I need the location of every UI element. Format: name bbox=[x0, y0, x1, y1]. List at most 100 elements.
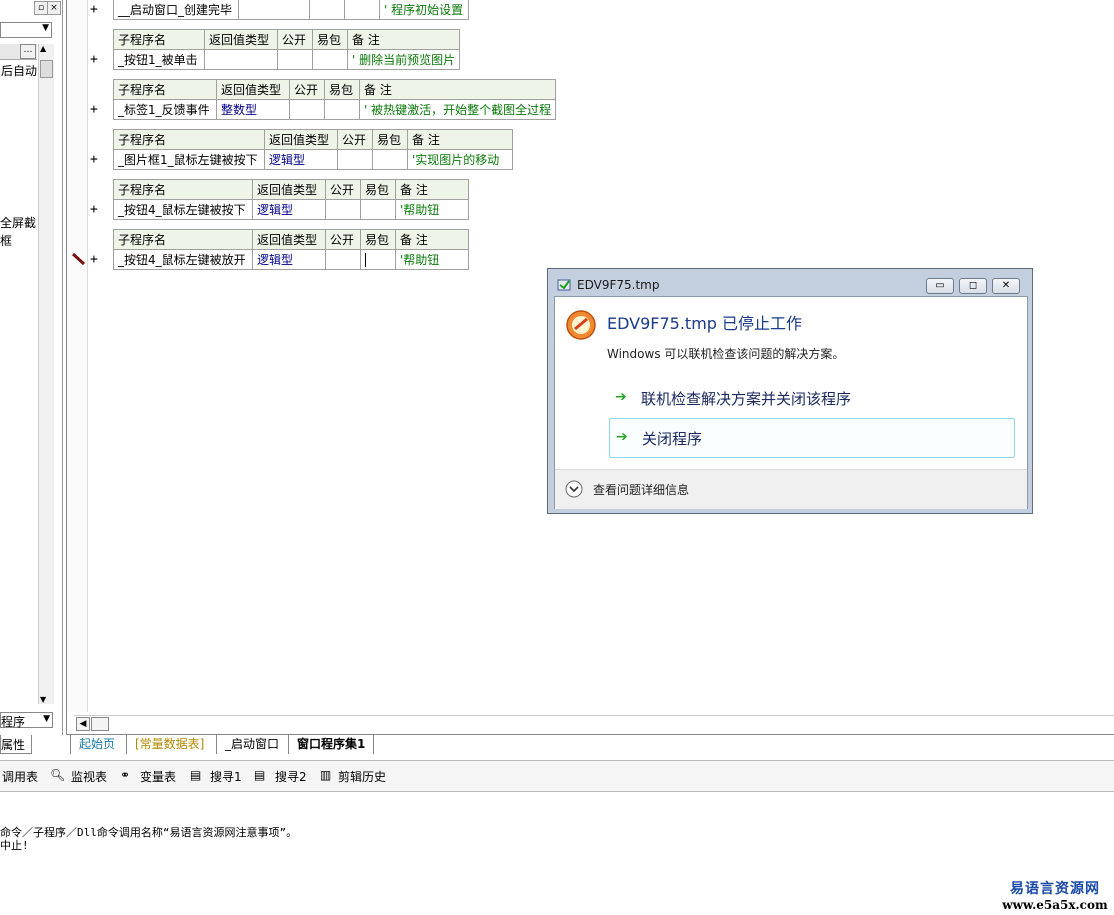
header-public: 公开 bbox=[289, 79, 325, 100]
sub-easy[interactable] bbox=[360, 199, 396, 220]
sub-type[interactable]: 整数型 bbox=[216, 99, 290, 120]
expand-icon[interactable]: + bbox=[90, 52, 98, 67]
header-name: 子程序名 bbox=[113, 29, 205, 50]
magnifier-icon: 🔍︎ bbox=[50, 768, 66, 782]
header-ret: 返回值类型 bbox=[252, 229, 326, 250]
pencil-icon bbox=[71, 252, 86, 266]
watermark-url: www.e5a5x.com bbox=[1002, 898, 1108, 912]
crash-dialog: EDV9F75.tmp ▭ ◻ ✕ EDV9F75.tmp 已停止工作 Wind… bbox=[547, 268, 1033, 514]
sub-table: 子程序名 返回值类型 公开 易包 备 注 _按钮4_鼠标左键被放开 逻辑型 '帮… bbox=[113, 229, 469, 270]
sub-table: 子程序名 返回值类型 公开 易包 备 注 _按钮4_鼠标左键被按下 逻辑型 '帮… bbox=[113, 179, 469, 220]
header-easy: 易包 bbox=[360, 229, 396, 250]
horizontal-scrollbar[interactable]: ◀ bbox=[74, 715, 1114, 732]
expand-icon[interactable]: + bbox=[90, 102, 98, 117]
sub-public[interactable] bbox=[325, 249, 361, 270]
header-name: 子程序名 bbox=[113, 79, 217, 100]
header-name: 子程序名 bbox=[113, 179, 253, 200]
dialog-footer: 查看问题详细信息 bbox=[555, 469, 1027, 509]
sub-note[interactable]: '实现图片的移动 bbox=[407, 149, 513, 170]
sub-easy[interactable] bbox=[360, 249, 396, 270]
tab-startup-window[interactable]: _启动窗口 bbox=[216, 735, 287, 754]
splitter[interactable] bbox=[62, 0, 63, 735]
code-gutter bbox=[67, 0, 88, 712]
header-ret: 返回值类型 bbox=[264, 129, 338, 150]
sub-name[interactable]: _图片框1_鼠标左键被按下 bbox=[113, 149, 265, 170]
chevron-down-icon: ▼ bbox=[42, 23, 49, 33]
check-online-option[interactable]: ➔ 联机检查解决方案并关闭该程序 bbox=[609, 381, 1015, 417]
tool-search2[interactable]: 搜寻2 bbox=[275, 768, 307, 785]
maximize-icon[interactable]: ◻ bbox=[959, 278, 987, 294]
left-panel: ▫ × ▼ … 后自动 全屏截 框 ▲ ▼ 程序 ▼ 属性 bbox=[0, 0, 61, 754]
header-note: 备 注 bbox=[407, 129, 513, 150]
tool-clip-history[interactable]: 剪辑历史 bbox=[338, 768, 386, 785]
ellipsis-button[interactable]: … bbox=[20, 44, 36, 59]
object-dropdown[interactable]: 程序 ▼ bbox=[0, 712, 53, 729]
dialog-description: Windows 可以联机检查该问题的解决方案。 bbox=[607, 347, 845, 361]
scroll-up-icon[interactable]: ▲ bbox=[40, 44, 46, 53]
expand-icon[interactable]: + bbox=[90, 252, 98, 267]
minimize-icon[interactable]: ▭ bbox=[926, 278, 954, 294]
tab-constants[interactable]: [常量数据表] bbox=[126, 735, 212, 754]
sub-public[interactable] bbox=[309, 0, 345, 20]
property-text-frame: 框 bbox=[0, 234, 13, 248]
table-row: _图片框1_鼠标左键被按下 逻辑型 '实现图片的移动 bbox=[113, 149, 513, 170]
scroll-thumb[interactable] bbox=[40, 60, 53, 78]
chevron-down-icon[interactable] bbox=[565, 480, 583, 498]
expand-icon[interactable]: + bbox=[90, 202, 98, 217]
tool-variable-table[interactable]: 变量表 bbox=[140, 768, 176, 785]
sub-type[interactable]: 逻辑型 bbox=[252, 249, 326, 270]
sub-public[interactable] bbox=[289, 99, 325, 120]
sub-note[interactable]: ' 程序初始设置 bbox=[379, 0, 469, 20]
sub-type[interactable] bbox=[204, 49, 278, 70]
editor-tabs: 起始页 [常量数据表] _启动窗口 窗口程序集1 bbox=[66, 734, 1114, 755]
header-note: 备 注 bbox=[395, 229, 469, 250]
sub-name[interactable]: __启动窗口_创建完毕 bbox=[113, 0, 239, 20]
tool-call-table[interactable]: 调用表 bbox=[2, 768, 38, 785]
sub-table: 子程序名 返回值类型 公开 易包 备 注 _图片框1_鼠标左键被按下 逻辑型 '… bbox=[113, 129, 513, 170]
tab-start-page[interactable]: 起始页 bbox=[70, 735, 123, 754]
expand-icon[interactable]: + bbox=[90, 152, 98, 167]
sub-public[interactable] bbox=[325, 199, 361, 220]
scroll-thumb[interactable] bbox=[91, 717, 109, 731]
sub-name[interactable]: _按钮4_鼠标左键被按下 bbox=[113, 199, 253, 220]
table-row: _标签1_反馈事件 整数型 ' 被热键激活，开始整个截图全过程 bbox=[113, 99, 557, 120]
restore-icon[interactable]: ▫ bbox=[34, 1, 48, 15]
close-icon[interactable]: ✕ bbox=[992, 278, 1020, 294]
view-details-link[interactable]: 查看问题详细信息 bbox=[593, 481, 689, 498]
sub-note[interactable]: '帮助钮 bbox=[395, 199, 469, 220]
sub-name[interactable]: _按钮1_被单击 bbox=[113, 49, 205, 70]
sub-note[interactable]: ' 被热键激活，开始整个截图全过程 bbox=[358, 99, 557, 120]
top-dropdown[interactable]: ▼ bbox=[0, 22, 52, 38]
tool-watch-table[interactable]: 监视表 bbox=[71, 768, 107, 785]
tool-search1[interactable]: 搜寻1 bbox=[210, 768, 242, 785]
tab-window-assembly[interactable]: 窗口程序集1 bbox=[288, 735, 375, 754]
scroll-left-icon[interactable]: ◀ bbox=[76, 717, 90, 731]
sub-easy[interactable] bbox=[312, 49, 348, 70]
bottom-toolbar: 调用表 🔍︎ 监视表 ⚭ 变量表 ▤ 搜寻1 ▤ 搜寻2 ▥ 剪辑历史 bbox=[0, 760, 1114, 792]
sub-public[interactable] bbox=[277, 49, 313, 70]
sub-type[interactable]: 逻辑型 bbox=[264, 149, 338, 170]
close-program-option[interactable]: ➔ 关闭程序 bbox=[609, 418, 1015, 458]
sub-easy[interactable] bbox=[372, 149, 408, 170]
variables-icon: ⚭ bbox=[120, 768, 131, 782]
sub-public[interactable] bbox=[337, 149, 373, 170]
sub-easy[interactable] bbox=[324, 99, 360, 120]
sub-note[interactable]: ' 删除当前预览图片 bbox=[346, 49, 461, 70]
sub-name[interactable]: _按钮4_鼠标左键被放开 bbox=[113, 249, 253, 270]
tab-properties-label: 属性 bbox=[1, 738, 26, 752]
tab-properties[interactable]: 属性 bbox=[0, 735, 32, 754]
header-note: 备 注 bbox=[358, 79, 557, 100]
sub-table: 子程序名 返回值类型 公开 易包 备 注 _标签1_反馈事件 整数型 ' 被热键… bbox=[113, 79, 557, 120]
sub-easy[interactable] bbox=[344, 0, 380, 20]
table-row: _按钮1_被单击 ' 删除当前预览图片 bbox=[113, 49, 461, 70]
left-scrollbar[interactable]: ▲ ▼ bbox=[38, 44, 54, 704]
sub-table: __启动窗口_创建完毕 ' 程序初始设置 bbox=[113, 0, 469, 20]
sub-type[interactable] bbox=[238, 0, 310, 20]
sub-name[interactable]: _标签1_反馈事件 bbox=[113, 99, 217, 120]
close-icon[interactable]: × bbox=[47, 1, 61, 15]
sub-type[interactable]: 逻辑型 bbox=[252, 199, 326, 220]
expand-icon[interactable]: + bbox=[90, 2, 98, 17]
header-easy: 易包 bbox=[360, 179, 396, 200]
scroll-down-icon[interactable]: ▼ bbox=[40, 695, 46, 704]
sub-note[interactable]: '帮助钮 bbox=[395, 249, 469, 270]
